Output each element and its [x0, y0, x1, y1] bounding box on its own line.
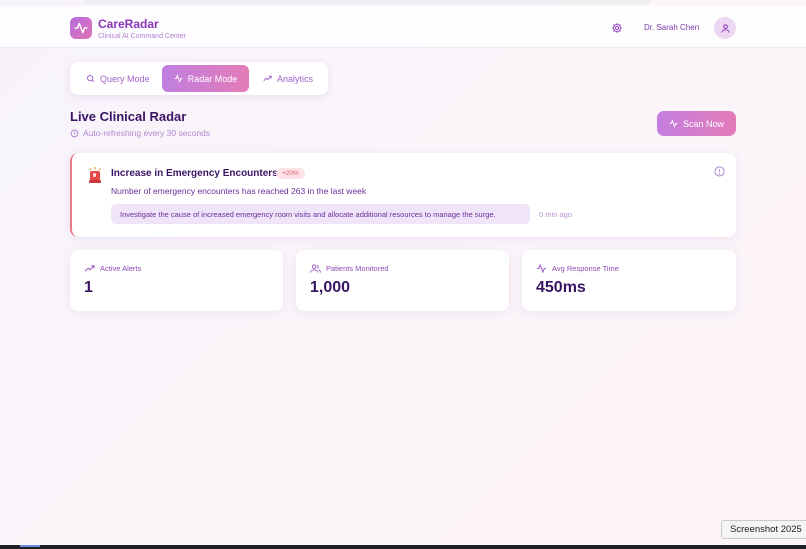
screenshot-tooltip: Screenshot 2025	[721, 520, 806, 539]
stat-value: 450ms	[536, 279, 586, 296]
users-icon	[310, 264, 321, 273]
stat-label: Patients Monitored	[326, 264, 389, 273]
alert-title: Increase in Emergency Encounters	[111, 168, 278, 179]
tab-label: Radar Mode	[187, 73, 238, 84]
tab-analytics[interactable]: Analytics	[253, 65, 323, 92]
activity-icon	[537, 264, 546, 273]
stat-value: 1	[84, 279, 93, 296]
stat-card-active-alerts: Active Alerts 1	[70, 250, 283, 311]
page-title: Live Clinical Radar	[70, 109, 187, 124]
stat-card-avg-response-time: Avg Response Time 450ms	[522, 250, 736, 311]
browser-top-strip	[85, 0, 650, 4]
search-icon	[87, 75, 95, 83]
alert-time: 0 min ago	[539, 210, 572, 219]
refresh-status: Auto-refreshing every 30 seconds	[70, 128, 210, 138]
user-icon	[720, 23, 730, 33]
app-logo[interactable]	[70, 17, 92, 39]
app-name: CareRadar	[98, 17, 159, 31]
alert-recommendation: Investigate the cause of increased emerg…	[111, 204, 530, 224]
alert-description: Number of emergency encounters has reach…	[111, 186, 367, 196]
activity-icon	[174, 74, 182, 83]
tab-label: Query Mode	[100, 73, 150, 84]
system-taskbar	[0, 545, 806, 549]
stat-label-row: Patients Monitored	[310, 264, 389, 273]
trending-up-icon	[263, 75, 272, 82]
activity-icon	[74, 22, 88, 34]
tab-label: Analytics	[277, 73, 314, 84]
stat-card-patients-monitored: Patients Monitored 1,000	[296, 250, 509, 311]
app-subtitle: Clinical AI Command Center	[98, 33, 186, 40]
info-icon[interactable]	[714, 166, 725, 177]
alert-change-badge: +20%	[276, 168, 305, 179]
stat-label-row: Active Alerts	[84, 264, 141, 273]
stat-value: 1,000	[310, 279, 351, 296]
avatar[interactable]	[714, 17, 736, 39]
siren-icon	[89, 167, 101, 183]
stat-label-row: Avg Response Time	[536, 264, 619, 273]
stat-label: Active Alerts	[100, 264, 142, 273]
activity-icon	[669, 119, 678, 128]
user-name[interactable]: Dr. Sarah Chen	[644, 23, 699, 32]
tab-radar-mode[interactable]: Radar Mode	[162, 65, 249, 92]
refresh-text: Auto-refreshing every 30 seconds	[83, 128, 211, 138]
tab-query-mode[interactable]: Query Mode	[76, 65, 160, 92]
scan-now-label: Scan Now	[682, 118, 725, 129]
stat-label: Avg Response Time	[552, 264, 619, 273]
brand: CareRadar Clinical AI Command Center	[98, 17, 186, 41]
mode-switcher: Query Mode Radar Mode Analytics	[70, 62, 328, 95]
gear-icon[interactable]	[611, 22, 623, 34]
alert-card[interactable]: Increase in Emergency Encounters +20% Nu…	[70, 153, 736, 237]
clock-icon	[70, 129, 79, 137]
scan-now-button[interactable]: Scan Now	[657, 111, 736, 136]
app-header: CareRadar Clinical AI Command Center Dr.…	[0, 6, 806, 48]
trending-up-icon	[84, 265, 95, 272]
